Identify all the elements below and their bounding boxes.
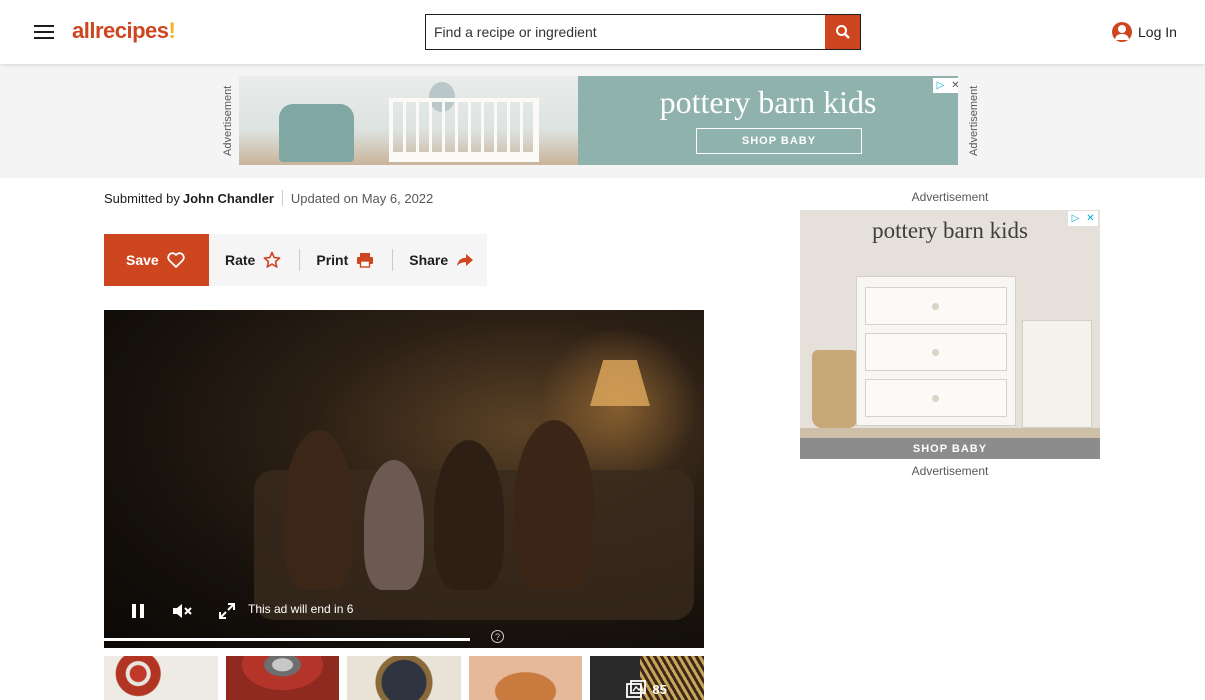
banner-shop-button[interactable]: SHOP BABY	[696, 128, 862, 154]
fullscreen-icon	[219, 603, 235, 619]
dresser-drawer	[865, 287, 1007, 325]
ad-close-icon[interactable]: ✕	[1083, 211, 1098, 226]
recipe-action-bar: Save Rate Print Share	[104, 234, 487, 286]
login-button[interactable]: Log In	[1112, 20, 1177, 44]
ad-label-left: Advertisement	[222, 85, 234, 157]
search-icon	[835, 25, 850, 39]
ad-countdown: This ad will end in 6	[248, 602, 354, 616]
allrecipes-logo[interactable]: allrecipes!	[72, 18, 176, 44]
heart-icon	[167, 252, 185, 268]
rail-adchoices-badge[interactable]: ▷ ✕	[1068, 211, 1098, 226]
account-icon	[1112, 22, 1132, 42]
print-label: Print	[316, 252, 349, 268]
search-input[interactable]	[426, 15, 826, 49]
author-link[interactable]: John Chandler	[183, 191, 274, 206]
nursery-image	[239, 76, 578, 165]
person-figure	[434, 440, 504, 590]
top-banner-ad[interactable]: pottery barn kids SHOP BABY ▷ ✕	[239, 76, 958, 165]
person-figure	[284, 430, 354, 590]
save-label: Save	[126, 252, 159, 268]
updated-date: Updated on May 6, 2022	[290, 190, 434, 206]
rail-ad-brand: pottery barn kids	[872, 218, 1028, 243]
pause-button[interactable]	[131, 600, 145, 622]
action-divider	[392, 249, 394, 271]
logo-text: allrecipes	[72, 18, 169, 43]
dresser-drawer	[865, 379, 1007, 417]
gallery-thumbnail[interactable]	[104, 656, 218, 700]
photo-count: 85	[626, 680, 667, 698]
help-icon[interactable]: ?	[491, 630, 504, 643]
photo-library-icon	[626, 680, 647, 698]
adchoices-icon: ▷	[1071, 213, 1080, 224]
person-figure	[364, 460, 424, 590]
search-bar	[425, 14, 861, 50]
video-progress-bar[interactable]	[104, 638, 470, 641]
photo-count-number: 85	[652, 681, 667, 697]
adchoices-icon: ▷	[936, 80, 945, 91]
rate-label: Rate	[225, 252, 256, 268]
share-arrow-icon	[457, 254, 474, 266]
rail-ad-shop-button[interactable]: SHOP BABY	[800, 438, 1100, 459]
gallery-more-photos[interactable]: 85	[590, 656, 704, 700]
site-header: allrecipes! Log In	[0, 0, 1205, 64]
ad-label-right: Advertisement	[968, 85, 980, 157]
unmute-button[interactable]	[172, 600, 194, 622]
muted-speaker-icon	[173, 604, 192, 618]
wicker-basket	[812, 350, 858, 428]
toy-bin	[1022, 320, 1092, 428]
gallery-thumbnail[interactable]	[225, 656, 340, 700]
action-divider	[299, 249, 301, 271]
banner-brand-panel: pottery barn kids SHOP BABY	[578, 76, 958, 165]
byline-divider	[281, 190, 283, 206]
byline: Submitted by John Chandler Updated on Ma…	[104, 190, 433, 206]
share-button[interactable]: Share	[409, 234, 474, 286]
star-icon	[263, 251, 281, 268]
adchoices-badge[interactable]: ▷ ✕	[933, 78, 958, 93]
search-button[interactable]	[825, 15, 860, 49]
video-player[interactable]: This ad will end in 6 ?	[104, 310, 704, 648]
gallery-thumbnail[interactable]	[468, 656, 583, 700]
floor	[800, 428, 1100, 438]
dresser-drawer	[865, 333, 1007, 371]
rate-button[interactable]: Rate	[225, 234, 281, 286]
dresser	[856, 276, 1016, 426]
printer-icon	[357, 253, 374, 268]
banner-brand-name: pottery barn kids	[659, 84, 877, 120]
rail-ad-label-top: Advertisement	[911, 190, 989, 204]
crib	[389, 98, 539, 162]
save-button[interactable]: Save	[104, 234, 209, 286]
submitted-by-label: Submitted by	[104, 190, 180, 206]
gallery-thumbnail[interactable]	[347, 656, 461, 700]
logo-spoon-icon: !	[168, 18, 176, 43]
pause-icon	[132, 604, 144, 618]
person-figure	[514, 420, 594, 590]
print-button[interactable]: Print	[316, 234, 374, 286]
rail-ad-label-bottom: Advertisement	[911, 464, 989, 478]
fullscreen-button[interactable]	[218, 600, 236, 622]
hamburger-menu-icon[interactable]	[32, 22, 56, 42]
photo-gallery-strip: 85	[104, 656, 704, 700]
login-label: Log In	[1138, 24, 1177, 40]
rail-ad[interactable]: pottery barn kids SHOP BABY ▷ ✕	[800, 210, 1100, 459]
ad-close-icon[interactable]: ✕	[948, 78, 958, 93]
glider-chair	[279, 104, 354, 162]
share-label: Share	[409, 252, 449, 268]
